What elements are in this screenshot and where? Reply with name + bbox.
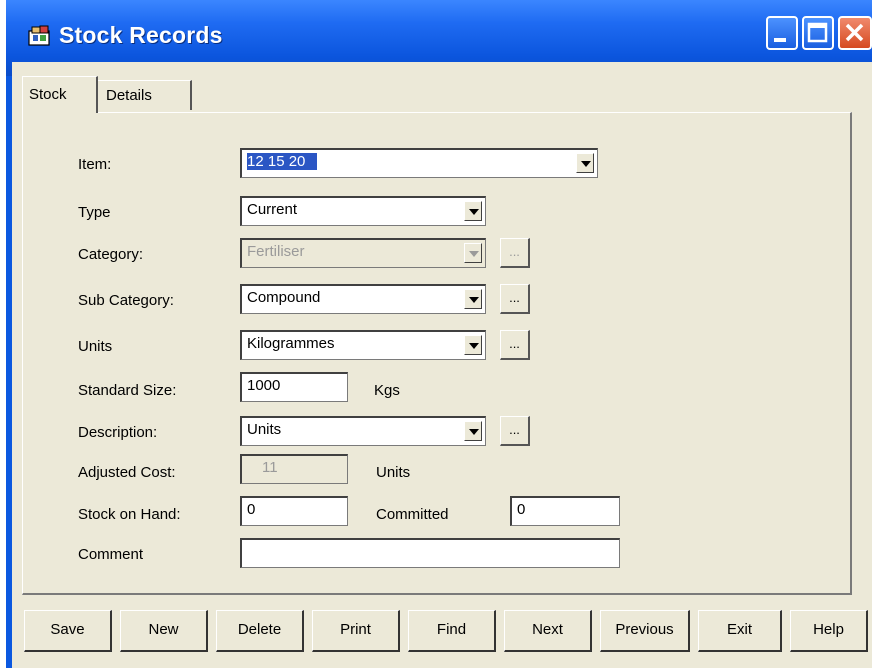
- standard-size-input[interactable]: 1000: [240, 372, 348, 402]
- adjusted-cost-input: 11: [240, 454, 348, 484]
- sub-category-label: Sub Category:: [78, 292, 174, 309]
- next-button[interactable]: Next: [504, 610, 592, 652]
- standard-size-unit: Kgs: [374, 382, 400, 399]
- item-dropdown-button[interactable]: [576, 153, 594, 173]
- tab-details[interactable]: Details: [98, 80, 192, 110]
- new-button[interactable]: New: [120, 610, 208, 652]
- maximize-icon: [807, 22, 828, 43]
- category-combobox: Fertiliser: [240, 238, 486, 268]
- stock-on-hand-input[interactable]: 0: [240, 496, 348, 526]
- description-value: Units: [247, 421, 282, 438]
- save-button[interactable]: Save: [24, 610, 112, 652]
- sub-category-combobox[interactable]: Compound: [240, 284, 486, 314]
- category-browse-button: ...: [500, 238, 530, 268]
- description-browse-button[interactable]: ...: [500, 416, 530, 446]
- description-combobox[interactable]: Units: [240, 416, 486, 446]
- sub-category-dropdown-button[interactable]: [464, 289, 482, 309]
- maximize-button[interactable]: [802, 16, 834, 50]
- sub-category-value: Compound: [247, 289, 321, 306]
- delete-button[interactable]: Delete: [216, 610, 304, 652]
- stock-records-window: Stock Records Stock Details Item: 12 15 …: [6, 0, 872, 668]
- sub-category-browse-button[interactable]: ...: [500, 284, 530, 314]
- app-icon: [28, 25, 50, 46]
- units-browse-button[interactable]: ...: [500, 330, 530, 360]
- find-button[interactable]: Find: [408, 610, 496, 652]
- type-value: Current: [247, 201, 298, 218]
- units-value: Kilogrammes: [247, 335, 335, 352]
- exit-button[interactable]: Exit: [698, 610, 782, 652]
- minimize-button[interactable]: [766, 16, 798, 50]
- item-combobox[interactable]: 12 15 20: [240, 148, 598, 178]
- units-combobox[interactable]: Kilogrammes: [240, 330, 486, 360]
- category-value: Fertiliser: [247, 243, 305, 260]
- close-button[interactable]: [838, 16, 872, 50]
- standard-size-label: Standard Size:: [78, 382, 177, 399]
- type-label: Type: [78, 204, 111, 221]
- description-dropdown-button[interactable]: [464, 421, 482, 441]
- item-label: Item:: [78, 156, 112, 173]
- help-button[interactable]: Help: [790, 610, 868, 652]
- comment-input[interactable]: [240, 538, 620, 568]
- category-label: Category:: [78, 246, 144, 263]
- units-label: Units: [78, 338, 113, 355]
- close-icon: [845, 23, 864, 42]
- print-button[interactable]: Print: [312, 610, 400, 652]
- previous-button[interactable]: Previous: [600, 610, 690, 652]
- dialog-body: Stock Details Item: 12 15 20 Type Curren…: [12, 62, 872, 668]
- units-dropdown-button[interactable]: [464, 335, 482, 355]
- committed-label: Committed: [376, 506, 449, 523]
- type-dropdown-button[interactable]: [464, 201, 482, 221]
- adjusted-cost-unit: Units: [376, 464, 411, 481]
- window-title: Stock Records: [59, 22, 223, 48]
- comment-label: Comment: [78, 546, 144, 563]
- category-dropdown-button: [464, 243, 482, 263]
- description-label: Description:: [78, 424, 158, 441]
- stock-on-hand-label: Stock on Hand:: [78, 506, 181, 523]
- item-value: 12 15 20: [247, 153, 318, 170]
- type-combobox[interactable]: Current: [240, 196, 486, 226]
- minimize-icon: [774, 38, 786, 42]
- tab-stock[interactable]: Stock: [22, 76, 98, 113]
- adjusted-cost-label: Adjusted Cost:: [78, 464, 176, 481]
- committed-input[interactable]: 0: [510, 496, 620, 526]
